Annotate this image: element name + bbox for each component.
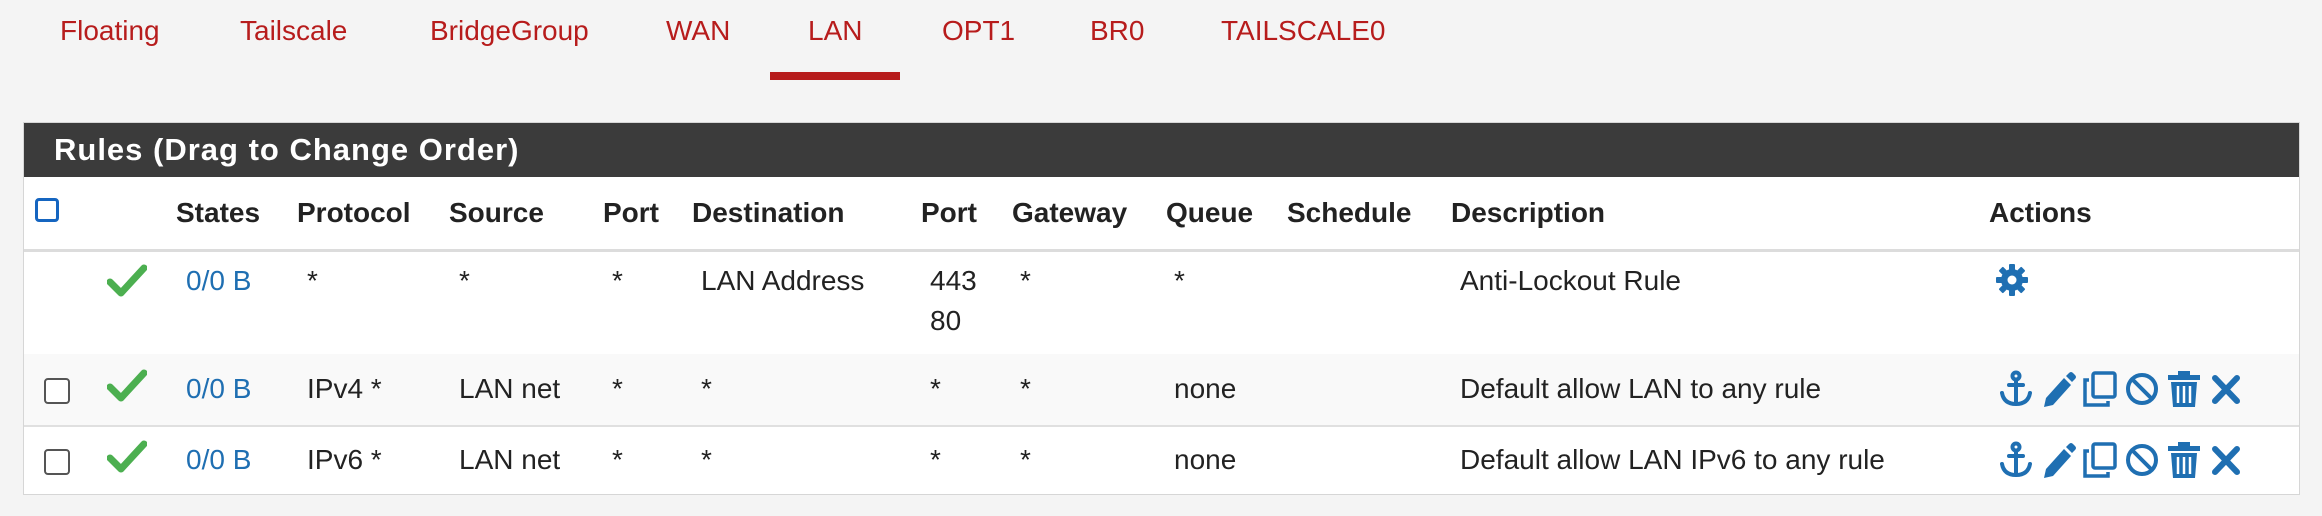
queue-value: none — [1174, 444, 1237, 475]
dest-port-value: 443 — [930, 265, 977, 296]
pass-check-icon — [107, 369, 147, 402]
description-value: Default allow LAN IPv6 to any rule — [1460, 444, 1885, 475]
tab-tailscale0[interactable]: TAILSCALE0 — [1221, 12, 1385, 50]
col-queue[interactable]: Queue — [1166, 193, 1253, 233]
source-value: LAN net — [459, 373, 561, 404]
table-row[interactable]: 0/0 B IPv4 * LAN net * * * * none Defaul… — [24, 354, 2299, 427]
port-value: * — [612, 373, 623, 404]
protocol-value: * — [307, 265, 318, 296]
destination-value: * — [701, 444, 712, 475]
dest-port-value: * — [930, 373, 941, 404]
edit-pencil-icon[interactable] — [2040, 441, 2076, 479]
port-value: * — [612, 265, 623, 296]
panel-heading: Rules (Drag to Change Order) — [24, 123, 2299, 177]
anchor-icon[interactable] — [1998, 370, 2034, 408]
disable-ban-icon[interactable] — [2124, 370, 2160, 408]
dest-port-value: 80 — [930, 305, 962, 336]
dest-port-value: * — [930, 444, 941, 475]
col-source[interactable]: Source — [449, 193, 544, 233]
table-row[interactable]: 0/0 B * * * LAN Address 443 80 * * Anti-… — [24, 249, 2299, 357]
source-value: * — [459, 265, 470, 296]
delete-trash-icon[interactable] — [2166, 441, 2202, 479]
col-dest-port[interactable]: Port — [921, 193, 977, 233]
gateway-value: * — [1020, 444, 1031, 475]
interface-tabs: Floating Tailscale BridgeGroup WAN LAN O… — [0, 0, 2322, 82]
copy-icon[interactable] — [2082, 370, 2118, 408]
tab-lan[interactable]: LAN — [808, 12, 862, 50]
table-header: States Protocol Source Port Destination … — [24, 177, 2299, 252]
col-gateway[interactable]: Gateway — [1012, 193, 1127, 233]
anchor-icon[interactable] — [1998, 441, 2034, 479]
col-actions: Actions — [1989, 197, 2092, 228]
row-select-checkbox[interactable] — [44, 378, 70, 404]
edit-pencil-icon[interactable] — [2040, 370, 2076, 408]
tab-floating[interactable]: Floating — [60, 12, 160, 50]
tab-br0[interactable]: BR0 — [1090, 12, 1144, 50]
col-port[interactable]: Port — [603, 193, 659, 233]
col-states[interactable]: States — [176, 193, 260, 233]
states-link[interactable]: 0/0 B — [186, 369, 251, 409]
protocol-value: IPv6 * — [307, 444, 382, 475]
gateway-value: * — [1020, 373, 1031, 404]
destination-value: * — [701, 373, 712, 404]
table-row[interactable]: 0/0 B IPv6 * LAN net * * * * none Defaul… — [24, 425, 2299, 496]
protocol-value: IPv4 * — [307, 373, 382, 404]
remove-x-icon[interactable] — [2208, 441, 2244, 479]
col-protocol[interactable]: Protocol — [297, 193, 411, 233]
tab-wan[interactable]: WAN — [666, 12, 730, 50]
port-value: * — [612, 444, 623, 475]
queue-value: none — [1174, 373, 1237, 404]
tab-bridgegroup[interactable]: BridgeGroup — [430, 12, 589, 50]
description-value: Default allow LAN to any rule — [1460, 373, 1822, 404]
panel-title: Rules (Drag to Change Order) — [54, 132, 520, 167]
copy-icon[interactable] — [2082, 441, 2118, 479]
tab-opt1[interactable]: OPT1 — [942, 12, 1015, 50]
destination-value: LAN Address — [701, 265, 865, 296]
queue-value: * — [1174, 265, 1185, 296]
disable-ban-icon[interactable] — [2124, 441, 2160, 479]
description-value: Anti-Lockout Rule — [1460, 265, 1682, 296]
col-schedule[interactable]: Schedule — [1287, 193, 1411, 233]
gateway-value: * — [1020, 265, 1031, 296]
rules-panel: Rules (Drag to Change Order) States Prot… — [23, 122, 2300, 495]
row-select-checkbox[interactable] — [44, 449, 70, 475]
gear-icon[interactable] — [1994, 261, 2030, 299]
tab-tailscale[interactable]: Tailscale — [240, 12, 347, 50]
pass-check-icon — [107, 440, 147, 473]
states-link[interactable]: 0/0 B — [186, 440, 251, 480]
pass-check-icon — [107, 264, 147, 297]
source-value: LAN net — [459, 444, 561, 475]
col-description[interactable]: Description — [1451, 193, 1605, 233]
remove-x-icon[interactable] — [2208, 370, 2244, 408]
states-link[interactable]: 0/0 B — [186, 261, 251, 301]
delete-trash-icon[interactable] — [2166, 370, 2202, 408]
select-all-checkbox[interactable] — [35, 198, 59, 222]
col-destination[interactable]: Destination — [692, 193, 844, 233]
active-tab-indicator — [770, 72, 900, 80]
